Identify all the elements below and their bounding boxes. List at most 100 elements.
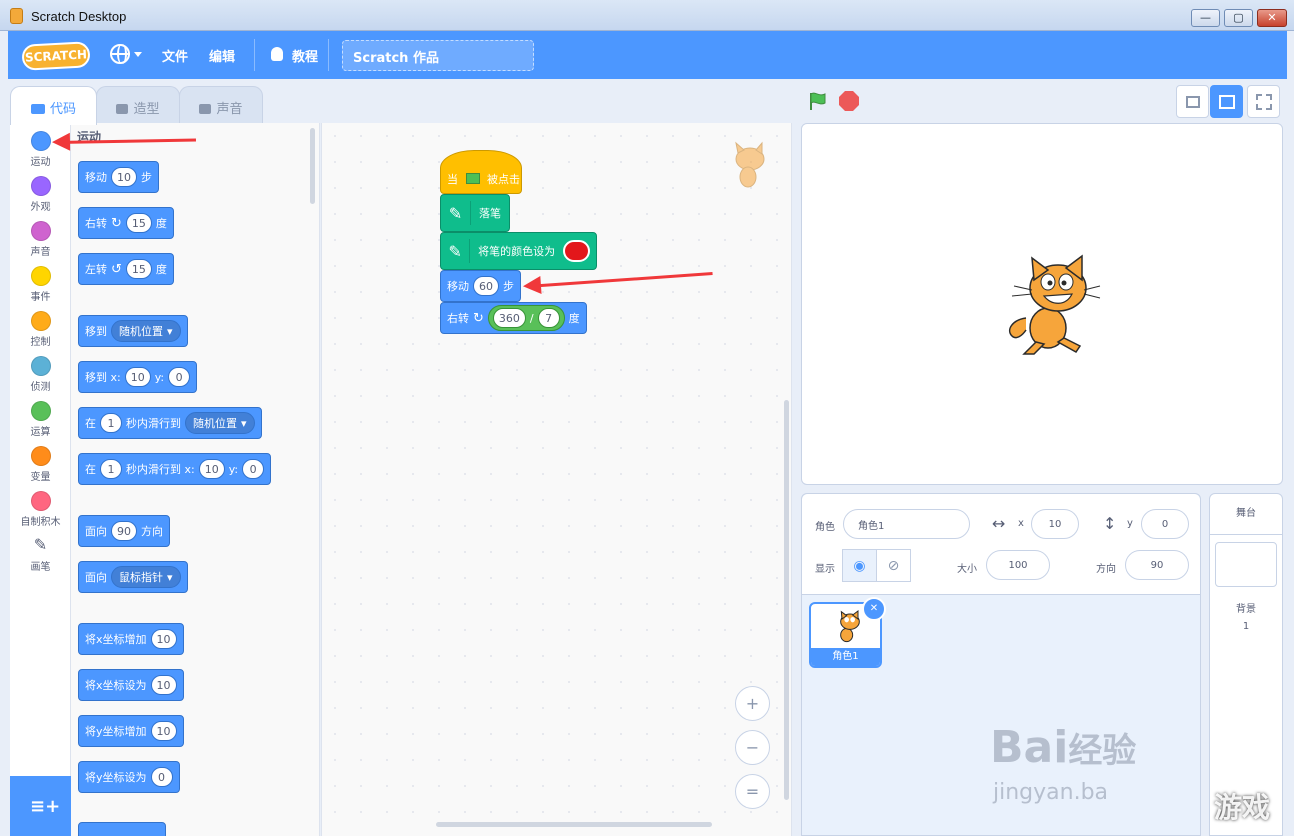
scratch-logo[interactable]: SCRATCH xyxy=(21,41,91,71)
point-towards-block[interactable]: 面向 鼠标指针 xyxy=(78,561,188,593)
move-steps-block[interactable]: 移动 60 步 xyxy=(440,270,521,302)
degrees-input[interactable]: 15 xyxy=(125,213,152,233)
language-globe-icon[interactable] xyxy=(110,44,130,64)
show-label: 显示 xyxy=(815,564,835,575)
partial-block[interactable] xyxy=(78,822,166,836)
turn-right-block[interactable]: 右转 ↻ 360 / 7 度 xyxy=(440,302,587,334)
category-pen[interactable]: ✎ 画笔 xyxy=(10,528,71,574)
operator-label: / xyxy=(529,311,534,325)
maximize-button[interactable]: ▢ xyxy=(1224,9,1253,27)
block-label: 度 xyxy=(155,263,167,276)
pen-color-swatch[interactable] xyxy=(563,240,590,262)
hide-sprite-button[interactable]: ⊘ xyxy=(876,549,911,582)
steps-input[interactable]: 60 xyxy=(473,276,499,296)
green-flag-icon[interactable] xyxy=(808,91,828,111)
x-position-input[interactable]: 10 xyxy=(1031,509,1079,539)
pen-down-block[interactable]: ✎ 落笔 xyxy=(440,194,510,232)
workspace-vertical-scrollbar[interactable] xyxy=(784,400,789,800)
minimize-button[interactable]: — xyxy=(1191,9,1220,27)
move-steps-block[interactable]: 移动 10 步 xyxy=(78,161,159,193)
sprite-name-input[interactable]: 角色1 xyxy=(843,509,970,539)
zoom-in-button[interactable]: + xyxy=(735,686,770,721)
stage-thumbnail[interactable] xyxy=(1215,542,1277,587)
seconds-input[interactable]: 1 xyxy=(100,413,122,433)
file-menu[interactable]: 文件 xyxy=(162,46,188,65)
steps-input[interactable]: 10 xyxy=(111,167,137,187)
lightbulb-icon[interactable] xyxy=(271,47,283,61)
y-position-input[interactable]: 0 xyxy=(1141,509,1189,539)
size-input[interactable]: 100 xyxy=(986,550,1050,580)
zoom-reset-button[interactable]: = xyxy=(735,774,770,809)
change-y-block[interactable]: 将y坐标增加 10 xyxy=(78,715,184,747)
glide-xy-block[interactable]: 在 1 秒内滑行到 x: 10 y: 0 xyxy=(78,453,272,485)
glide-block[interactable]: 在 1 秒内滑行到 随机位置 xyxy=(78,407,262,439)
stage-canvas[interactable] xyxy=(801,123,1283,485)
value-input[interactable]: 0 xyxy=(150,767,173,787)
delete-sprite-icon[interactable]: ✕ xyxy=(862,597,886,621)
paintbrush-icon xyxy=(116,104,129,114)
normal-stage-button[interactable] xyxy=(1210,85,1243,118)
tab-sounds[interactable]: 声音 xyxy=(179,86,263,124)
small-stage-button[interactable] xyxy=(1176,85,1209,118)
glide-target-dropdown[interactable]: 随机位置 xyxy=(185,412,255,434)
change-x-block[interactable]: 将x坐标增加 10 xyxy=(78,623,184,655)
y-input[interactable]: 0 xyxy=(168,367,191,387)
point-direction-block[interactable]: 面向 90 方向 xyxy=(78,515,170,547)
pen-icon: ✎ xyxy=(33,535,48,554)
category-control[interactable]: 控制 xyxy=(10,303,71,348)
set-x-block[interactable]: 将x坐标设为 10 xyxy=(78,669,184,701)
add-extension-button[interactable]: ≡+ xyxy=(10,776,71,836)
category-operators[interactable]: 运算 xyxy=(10,393,71,438)
set-pen-color-block[interactable]: ✎ 将笔的颜色设为 xyxy=(440,232,597,270)
normal-stage-icon xyxy=(1219,95,1235,109)
when-flag-clicked-block[interactable]: 当 被点击 xyxy=(440,150,522,194)
set-y-block[interactable]: 将y坐标设为 0 xyxy=(78,761,180,793)
x-input[interactable]: 10 xyxy=(124,367,151,387)
dividend-input[interactable]: 360 xyxy=(492,308,526,328)
degrees-input[interactable]: 15 xyxy=(125,259,152,279)
fullscreen-button[interactable] xyxy=(1247,85,1280,118)
category-events[interactable]: 事件 xyxy=(10,258,71,303)
cat-sprite-thumbnail xyxy=(840,610,860,643)
code-workspace[interactable] xyxy=(321,123,792,836)
category-variables[interactable]: 变量 xyxy=(10,438,71,483)
backdrops-count: 1 xyxy=(1242,621,1250,632)
divide-operator-block[interactable]: 360 / 7 xyxy=(487,305,565,331)
zoom-out-button[interactable]: − xyxy=(735,730,770,765)
value-input[interactable]: 10 xyxy=(150,675,177,695)
y-input[interactable]: 0 xyxy=(242,459,265,479)
goto-xy-block[interactable]: 移到 x: 10 y: 0 xyxy=(78,361,198,393)
direction-input[interactable]: 90 xyxy=(1125,550,1189,580)
close-button[interactable]: ✕ xyxy=(1257,9,1287,27)
tutorials-menu[interactable]: 教程 xyxy=(292,46,318,65)
block-label: 左转 xyxy=(85,263,107,276)
project-title-input[interactable]: Scratch 作品 xyxy=(342,40,534,71)
direction-label: 方向 xyxy=(1096,564,1116,575)
tab-code[interactable]: 代码 xyxy=(10,86,97,125)
chevron-down-icon[interactable] xyxy=(134,52,142,57)
stage-selector[interactable]: 舞台 背景 1 xyxy=(1209,493,1283,836)
window-title: Scratch Desktop xyxy=(31,9,127,24)
direction-input[interactable]: 90 xyxy=(111,521,137,541)
towards-target-dropdown[interactable]: 鼠标指针 xyxy=(111,566,181,588)
show-sprite-button[interactable]: ◉ xyxy=(842,549,877,582)
workspace-horizontal-scrollbar[interactable] xyxy=(436,822,712,827)
goto-block[interactable]: 移到 随机位置 xyxy=(78,315,188,347)
value-input[interactable]: 10 xyxy=(150,629,177,649)
stop-icon[interactable] xyxy=(839,91,859,111)
turn-right-block[interactable]: 右转 ↻ 15 度 xyxy=(78,207,174,239)
goto-target-dropdown[interactable]: 随机位置 xyxy=(111,320,181,342)
tab-costumes[interactable]: 造型 xyxy=(96,86,180,124)
value-input[interactable]: 10 xyxy=(150,721,177,741)
seconds-input[interactable]: 1 xyxy=(100,459,122,479)
palette-scrollbar[interactable] xyxy=(310,128,315,204)
category-my-blocks[interactable]: 自制积木 xyxy=(10,483,71,528)
category-looks[interactable]: 外观 xyxy=(10,168,71,213)
cat-sprite[interactable] xyxy=(1002,250,1102,358)
category-sensing[interactable]: 侦测 xyxy=(10,348,71,393)
x-input[interactable]: 10 xyxy=(198,459,225,479)
turn-left-block[interactable]: 左转 ↺ 15 度 xyxy=(78,253,174,285)
category-sound[interactable]: 声音 xyxy=(10,213,71,258)
divisor-input[interactable]: 7 xyxy=(537,308,560,328)
edit-menu[interactable]: 编辑 xyxy=(209,46,235,65)
